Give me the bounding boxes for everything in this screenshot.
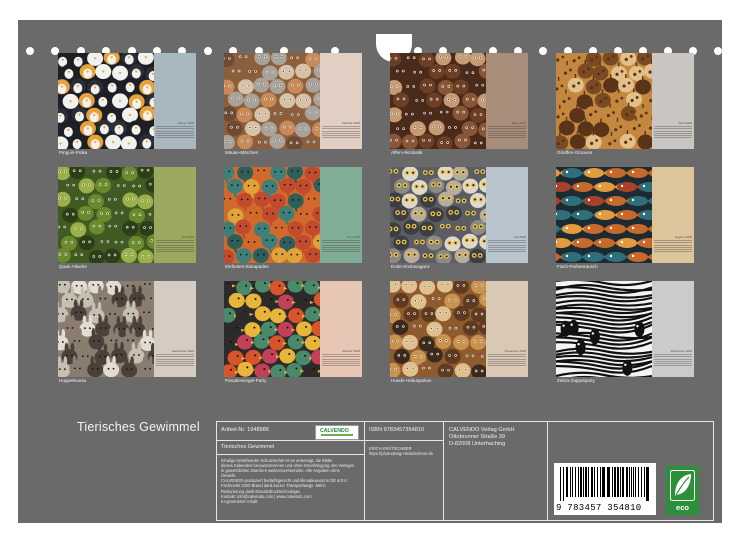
month-caption: Elefanten-Eskapaden: [225, 264, 269, 269]
calendar-panel: Juni 2026: [320, 167, 362, 263]
month-caption: Quak-Attacke: [59, 264, 87, 269]
month-caption: Fisch-Farbenrausch: [557, 264, 598, 269]
publisher-line: CALVENDO Verlag GmbH: [449, 427, 515, 433]
month-caption: Giraffen-Grooves: [557, 150, 593, 155]
binding-hole: [539, 47, 547, 55]
calendar-panel: September 2026: [154, 281, 196, 377]
divider: [217, 454, 364, 455]
month-tile: Oktober 2026 Paradiesvogel-Party: [224, 281, 362, 393]
month-tile: August 2026 Fisch-Farbenrausch: [556, 167, 694, 279]
product-info-box: Artikel-Nr. 1948986 CALVENDO Tierisches …: [216, 421, 714, 521]
month-image: [556, 53, 652, 149]
month-title: Oktober 2026: [341, 349, 360, 353]
leaf-icon: [670, 470, 695, 501]
legal-line: KI-generierter Inhalt: [221, 498, 258, 504]
author-url: https://photodesign-kraetschmer.de: [369, 451, 433, 456]
divider: [217, 440, 364, 441]
month-image: [390, 167, 486, 263]
calendar-title: Tierisches Gewimmel: [77, 420, 200, 434]
month-tile: März 2026 Affen-Akrobatik: [390, 53, 528, 165]
calendar-panel: Februar 2026: [320, 53, 362, 149]
publisher-address: CALVENDO Verlag GmbH Ottobrunner Straße 3…: [449, 427, 515, 448]
month-caption: Paradiesvogel-Party: [225, 378, 267, 383]
calvendo-logo: CALVENDO: [315, 425, 359, 440]
binding-hole: [203, 47, 212, 55]
binding-hole: [26, 47, 34, 55]
binding-hole: [714, 47, 722, 55]
legal-text: Inhalige bestehender Schutzrechte ist es…: [221, 458, 354, 504]
month-tile: Januar 2026 Pinguin-Polka: [58, 53, 196, 165]
month-title: Dezember 2026: [670, 349, 692, 353]
month-caption: Mäuse-Märchen: [225, 150, 259, 155]
month-tile: Februar 2026 Mäuse-Märchen: [224, 53, 362, 165]
month-image: [556, 167, 652, 263]
month-title: Mai 2026: [181, 235, 194, 239]
month-title: April 2026: [678, 121, 692, 125]
month-tile: Juli 2026 Eulen-Extravaganz: [390, 167, 528, 279]
divider: [364, 422, 365, 520]
month-title: März 2026: [511, 121, 526, 125]
month-title: September 2026: [171, 349, 194, 353]
month-title: Juli 2026: [513, 235, 526, 239]
product-title: Tierisches Gewimmel: [221, 444, 275, 450]
month-image: [224, 53, 320, 149]
month-image: [224, 281, 320, 377]
month-title: Januar 2026: [177, 121, 194, 125]
month-caption: Hunde-Hokuspokus: [391, 378, 432, 383]
calendar-panel: Oktober 2026: [320, 281, 362, 377]
month-caption: Affen-Akrobatik: [391, 150, 423, 155]
month-title: November 2026: [504, 349, 526, 353]
month-title: Februar 2026: [341, 121, 360, 125]
calendar-panel: Mai 2026: [154, 167, 196, 263]
calendar-panel: März 2026: [486, 53, 528, 149]
month-caption: Pinguin-Polka: [59, 150, 88, 155]
calendar-panel: November 2026: [486, 281, 528, 377]
month-caption: Hoppelmania: [59, 378, 87, 383]
month-caption: Zebra-Zappelparty: [557, 378, 595, 383]
month-image: [58, 167, 154, 263]
month-image: [390, 281, 486, 377]
month-tile: Juni 2026 Elefanten-Eskapaden: [224, 167, 362, 279]
month-tile: Mai 2026 Quak-Attacke: [58, 167, 196, 279]
isbn: ISBN 9783457354810: [369, 427, 425, 433]
calendar-panel: Januar 2026: [154, 53, 196, 149]
month-tile: Dezember 2026 Zebra-Zappelparty: [556, 281, 694, 393]
month-image: [58, 281, 154, 377]
month-tile: November 2026 Hunde-Hokuspokus: [390, 281, 528, 393]
month-image: [58, 53, 154, 149]
publisher-line: D-82008 Unterhaching: [449, 441, 506, 447]
month-tile: September 2026 Hoppelmania: [58, 281, 196, 393]
eco-badge: eco: [666, 466, 699, 515]
barcode: 9 783457 354810: [554, 463, 656, 515]
calendar-panel: April 2026: [652, 53, 694, 149]
article-number: Artikel-Nr. 1948986: [221, 427, 269, 433]
calendar-back-cover: Januar 2026 Pinguin-Polka Februar 2026 Mäus…: [18, 20, 722, 523]
calendar-panel: Juli 2026: [486, 167, 528, 263]
divider: [547, 422, 548, 520]
month-title: August 2026: [675, 235, 692, 239]
calendar-panel: Dezember 2026: [652, 281, 694, 377]
divider: [443, 422, 444, 520]
month-image: [224, 167, 320, 263]
month-tile: April 2026 Giraffen-Grooves: [556, 53, 694, 165]
month-title: Juni 2026: [346, 235, 360, 239]
month-caption: Eulen-Extravaganz: [391, 264, 430, 269]
month-image: [556, 281, 652, 377]
month-image: [390, 53, 486, 149]
publisher-line: Ottobrunner Straße 39: [449, 434, 505, 440]
calendar-panel: August 2026: [652, 167, 694, 263]
divider: [365, 440, 443, 441]
